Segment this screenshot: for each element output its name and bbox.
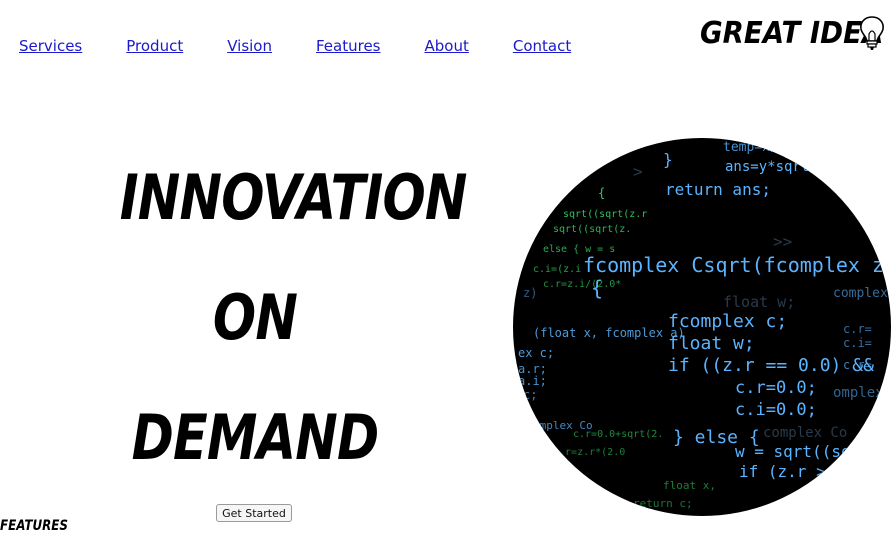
lightbulb-icon [860,16,884,50]
svg-text:a.i;: a.i; [518,374,547,388]
code-screenshot-image: temp=x/y; } ans=y*sqrt(1.0+temp* return … [513,138,891,516]
nav-link-vision[interactable]: Vision [227,37,272,55]
svg-text:return ans;: return ans; [665,180,771,199]
nav-link-about[interactable]: About [424,37,468,55]
svg-text:complex Co: complex Co [763,425,847,441]
svg-text:c.i=: c.i= [843,336,872,350]
svg-text:complex Co: complex Co [833,286,891,301]
hero-headline: INNOVATION ON DEMAND [90,138,468,498]
svg-text:return c;: return c; [633,497,693,510]
svg-text:if (z.r >= 0.0){: if (z.r >= 0.0){ [739,462,891,481]
svg-text:sqrt((sqrt(z.: sqrt((sqrt(z. [553,224,631,235]
svg-text:{: { [598,186,605,200]
svg-text:omplex Co: omplex Co [833,385,891,401]
svg-text:c.r=z.r*(2.0: c.r=z.r*(2.0 [553,447,625,458]
svg-text:c.r=: c.r= [843,322,872,336]
hero-line-1: INNOVATION [119,161,468,234]
nav-link-contact[interactable]: Contact [513,37,571,55]
svg-text:c;: c; [523,388,537,402]
svg-text:}: } [663,150,673,169]
svg-text:c.r=z.i/(2.0*: c.r=z.i/(2.0* [543,279,621,290]
hero-line-3: DEMAND [131,401,380,474]
svg-text:ans=y*sqrt(1.0+temp*: ans=y*sqrt(1.0+temp* [725,159,891,175]
svg-text:float x,: float x, [663,479,716,492]
features-section-label: FEATURES [0,518,68,534]
svg-text:temp=x/y;: temp=x/y; [723,140,793,155]
svg-text:ex c;: ex c; [518,346,554,360]
svg-text:c.r=0.0;: c.r=0.0; [735,378,817,398]
svg-text:fcomplex Csqrt(fcomplex z): fcomplex Csqrt(fcomplex z) [583,253,891,277]
svg-text:c.i=(z.i: c.i=(z.i [533,264,581,275]
svg-text:float x,: float x, [523,475,590,491]
svg-text:fcomplex c;: fcomplex c; [668,311,787,332]
svg-text:w = sqrt((sqrt(z.r*: w = sqrt((sqrt(z.r* [735,442,891,461]
nav-link-services[interactable]: Services [19,37,82,55]
nav-link-product[interactable]: Product [126,37,183,55]
svg-text:c.i=0.0;: c.i=0.0; [735,400,817,420]
brand-logo[interactable]: GREAT IDEA [700,14,896,54]
logo-text: GREAT IDEA [700,16,884,51]
svg-text:else { w = s: else { w = s [543,244,615,255]
svg-text:>: > [633,162,643,181]
svg-text:c.r=: c.r= [843,358,872,372]
svg-text:float w;: float w; [723,293,795,311]
svg-text:(float x, fcomplex a): (float x, fcomplex a) [533,326,685,340]
main-nav: Services Product Vision Features About C… [19,37,615,55]
svg-text:sqrt((sqrt(z.r: sqrt((sqrt(z.r [563,209,647,220]
svg-text:z): z) [523,286,537,300]
hero-line-2: ON [212,281,298,354]
get-started-button[interactable]: Get Started [216,504,292,522]
svg-text:c.r=0.0+sqrt(2.: c.r=0.0+sqrt(2. [573,429,663,440]
nav-link-features[interactable]: Features [316,37,381,55]
svg-text:>>: >> [773,232,792,251]
